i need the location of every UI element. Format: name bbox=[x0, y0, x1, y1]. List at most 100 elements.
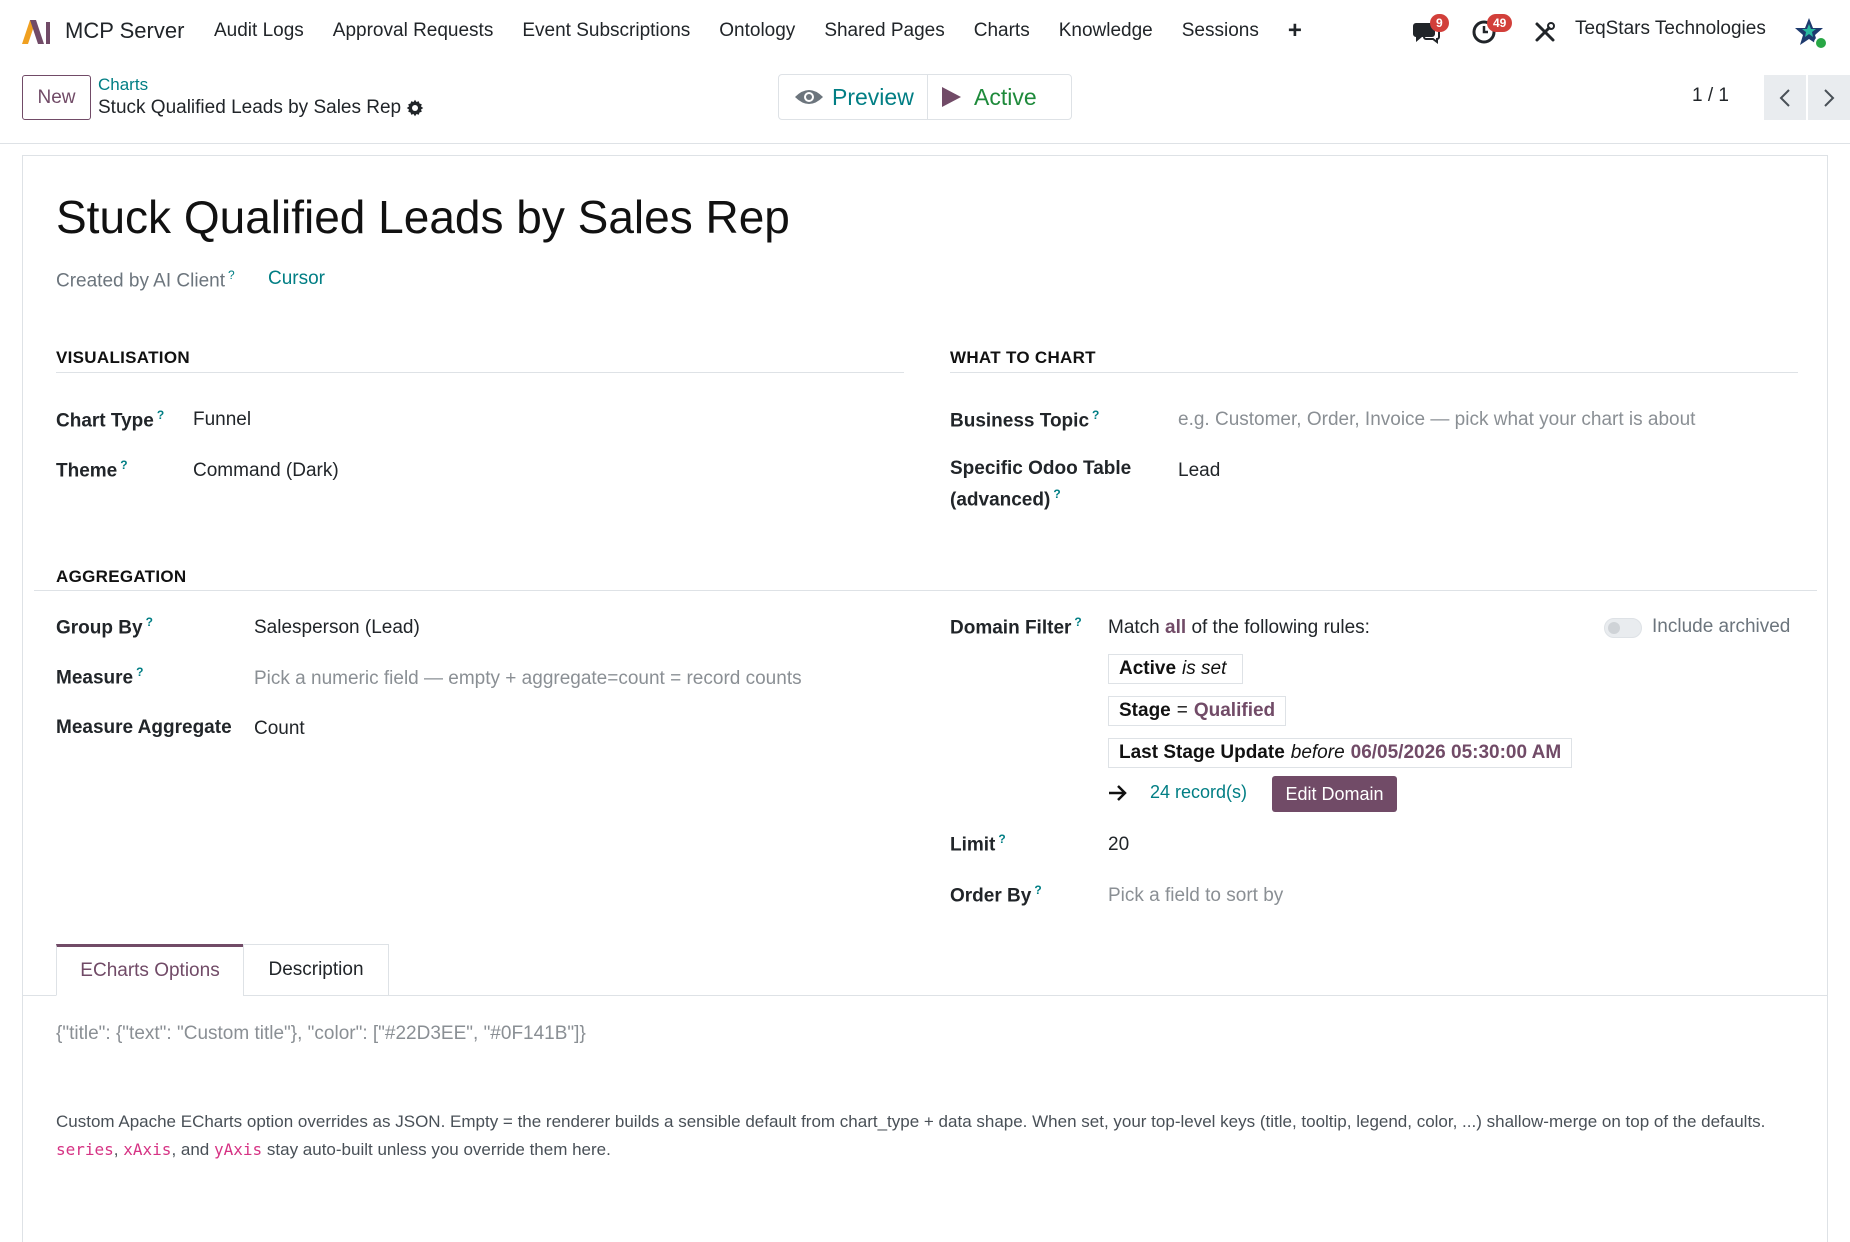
help-icon[interactable]: ? bbox=[228, 268, 235, 282]
rule-field: Last Stage Update bbox=[1119, 742, 1285, 763]
rule-value: Qualified bbox=[1193, 700, 1276, 721]
theme-label: Theme? bbox=[56, 458, 128, 482]
created-by-label: Created by AI Client? bbox=[56, 268, 235, 292]
pager-value[interactable]: 1 / 1 bbox=[1692, 85, 1729, 107]
menu-shared-pages[interactable]: Shared Pages bbox=[824, 20, 944, 42]
order-by-label-text: Order By bbox=[950, 885, 1032, 907]
help-icon[interactable]: ? bbox=[1053, 487, 1060, 501]
code-yaxis: yAxis bbox=[213, 1140, 263, 1159]
activities-badge: 49 bbox=[1487, 14, 1513, 32]
match-suffix: of the following rules: bbox=[1191, 617, 1370, 638]
created-by-value[interactable]: Cursor bbox=[268, 268, 325, 290]
domain-rule-last-stage-update[interactable]: Last Stage Update before 06/05/2026 05:3… bbox=[1108, 738, 1573, 768]
echarts-options-help: Custom Apache ECharts option overrides a… bbox=[56, 1108, 1786, 1164]
star-avatar-icon[interactable] bbox=[1794, 16, 1828, 50]
domain-filter-label: Domain Filter? bbox=[950, 615, 1082, 639]
menu-audit-logs[interactable]: Audit Logs bbox=[214, 20, 304, 42]
odoo-table-field[interactable]: Lead bbox=[1178, 460, 1220, 482]
app-name[interactable]: MCP Server bbox=[65, 18, 184, 44]
menu-charts[interactable]: Charts bbox=[974, 20, 1030, 42]
chevron-right-icon bbox=[1824, 88, 1835, 107]
theme-field[interactable]: Command (Dark) bbox=[193, 460, 339, 482]
rule-field: Active bbox=[1119, 658, 1177, 679]
eye-icon bbox=[795, 90, 823, 104]
menu-sessions[interactable]: Sessions bbox=[1182, 20, 1259, 42]
odoo-table-label-text: (advanced) bbox=[950, 489, 1051, 511]
section-divider bbox=[34, 590, 1817, 591]
main-menu: Audit Logs Approval Requests Event Subsc… bbox=[214, 0, 1302, 62]
menu-approval-requests[interactable]: Approval Requests bbox=[333, 20, 494, 42]
code-xaxis: xAxis bbox=[123, 1140, 172, 1159]
new-button[interactable]: New bbox=[22, 75, 91, 120]
preview-button[interactable]: Preview bbox=[779, 75, 928, 119]
echarts-options-input[interactable]: {"title": {"text": "Custom title"}, "col… bbox=[56, 1023, 586, 1045]
chart-type-label-text: Chart Type bbox=[56, 410, 154, 432]
active-button[interactable]: Active bbox=[928, 75, 1071, 119]
help-icon[interactable]: ? bbox=[1034, 883, 1041, 897]
pager-next-button[interactable] bbox=[1808, 75, 1850, 120]
menu-event-subscriptions[interactable]: Event Subscriptions bbox=[522, 20, 690, 42]
section-visualisation: VISUALISATION bbox=[56, 348, 190, 367]
odoo-table-label-line2: (advanced)? bbox=[950, 487, 1061, 511]
measure-field[interactable]: Pick a numeric field — empty + aggregate… bbox=[254, 668, 802, 690]
gear-icon[interactable] bbox=[406, 99, 424, 117]
menu-ontology[interactable]: Ontology bbox=[719, 20, 795, 42]
tools-icon[interactable] bbox=[1534, 21, 1556, 43]
record-title[interactable]: Stuck Qualified Leads by Sales Rep bbox=[56, 190, 790, 244]
records-count-link[interactable]: 24 record(s) bbox=[1150, 782, 1247, 803]
company-switcher[interactable]: TeqStars Technologies bbox=[1575, 18, 1766, 40]
rule-value: 06/05/2026 05:30:00 AM bbox=[1350, 742, 1562, 763]
help-icon[interactable]: ? bbox=[136, 665, 143, 679]
form-sheet bbox=[22, 155, 1828, 1242]
top-navbar: MCP Server Audit Logs Approval Requests … bbox=[0, 0, 1850, 62]
pager-previous-button[interactable] bbox=[1764, 75, 1806, 120]
help-icon[interactable]: ? bbox=[1074, 615, 1081, 629]
tab-description[interactable]: Description bbox=[243, 944, 389, 996]
section-divider bbox=[950, 372, 1798, 373]
group-by-label: Group By? bbox=[56, 615, 153, 639]
order-by-field[interactable]: Pick a field to sort by bbox=[1108, 885, 1283, 907]
odoo-table-label-line1: Specific Odoo Table bbox=[950, 458, 1132, 479]
group-by-field[interactable]: Salesperson (Lead) bbox=[254, 617, 420, 639]
chevron-left-icon bbox=[1779, 88, 1790, 107]
help-icon[interactable]: ? bbox=[120, 458, 127, 472]
group-by-label-text: Group By bbox=[56, 617, 143, 639]
help-icon[interactable]: ? bbox=[157, 408, 164, 422]
limit-field[interactable]: 20 bbox=[1108, 834, 1129, 856]
help-text-2: stay auto-built unless you override them… bbox=[266, 1140, 611, 1159]
code-series: series bbox=[56, 1140, 114, 1159]
domain-rule-active[interactable]: Active is set bbox=[1108, 654, 1244, 684]
match-prefix: Match bbox=[1108, 617, 1160, 638]
chart-type-field[interactable]: Funnel bbox=[193, 409, 251, 431]
section-aggregation: AGGREGATION bbox=[56, 567, 187, 586]
domain-rule-stage[interactable]: Stage = Qualified bbox=[1108, 696, 1287, 726]
match-all-selector[interactable]: all bbox=[1165, 617, 1186, 638]
menu-knowledge[interactable]: Knowledge bbox=[1059, 20, 1153, 42]
business-topic-field[interactable]: e.g. Customer, Order, Invoice — pick wha… bbox=[1178, 409, 1695, 431]
rule-operator: = bbox=[1176, 700, 1188, 721]
tab-echarts-options[interactable]: ECharts Options bbox=[56, 944, 244, 996]
active-label: Active bbox=[974, 83, 1037, 110]
include-archived-toggle[interactable] bbox=[1604, 618, 1642, 638]
help-sep-1: , bbox=[113, 1140, 119, 1159]
theme-label-text: Theme bbox=[56, 460, 118, 482]
help-icon[interactable]: ? bbox=[1092, 408, 1099, 422]
chart-type-label: Chart Type? bbox=[56, 408, 164, 432]
breadcrumb-parent[interactable]: Charts bbox=[98, 75, 148, 95]
help-icon[interactable]: ? bbox=[146, 615, 153, 629]
measure-aggregate-label: Measure Aggregate bbox=[56, 717, 232, 738]
measure-label: Measure? bbox=[56, 665, 143, 689]
control-panel-divider bbox=[0, 143, 1850, 144]
app-logo-icon[interactable] bbox=[20, 16, 52, 46]
limit-label-text: Limit bbox=[950, 834, 996, 856]
created-by-label-text: Created by AI Client bbox=[56, 270, 225, 292]
menu-plus-icon[interactable]: + bbox=[1288, 17, 1302, 45]
play-icon bbox=[942, 87, 961, 107]
status-button-group: Preview Active bbox=[778, 74, 1072, 120]
measure-aggregate-field[interactable]: Count bbox=[254, 718, 305, 740]
section-divider bbox=[56, 372, 904, 373]
help-icon[interactable]: ? bbox=[998, 832, 1005, 846]
arrow-right-icon bbox=[1109, 785, 1127, 801]
edit-domain-button[interactable]: Edit Domain bbox=[1272, 776, 1397, 812]
order-by-label: Order By? bbox=[950, 883, 1042, 907]
